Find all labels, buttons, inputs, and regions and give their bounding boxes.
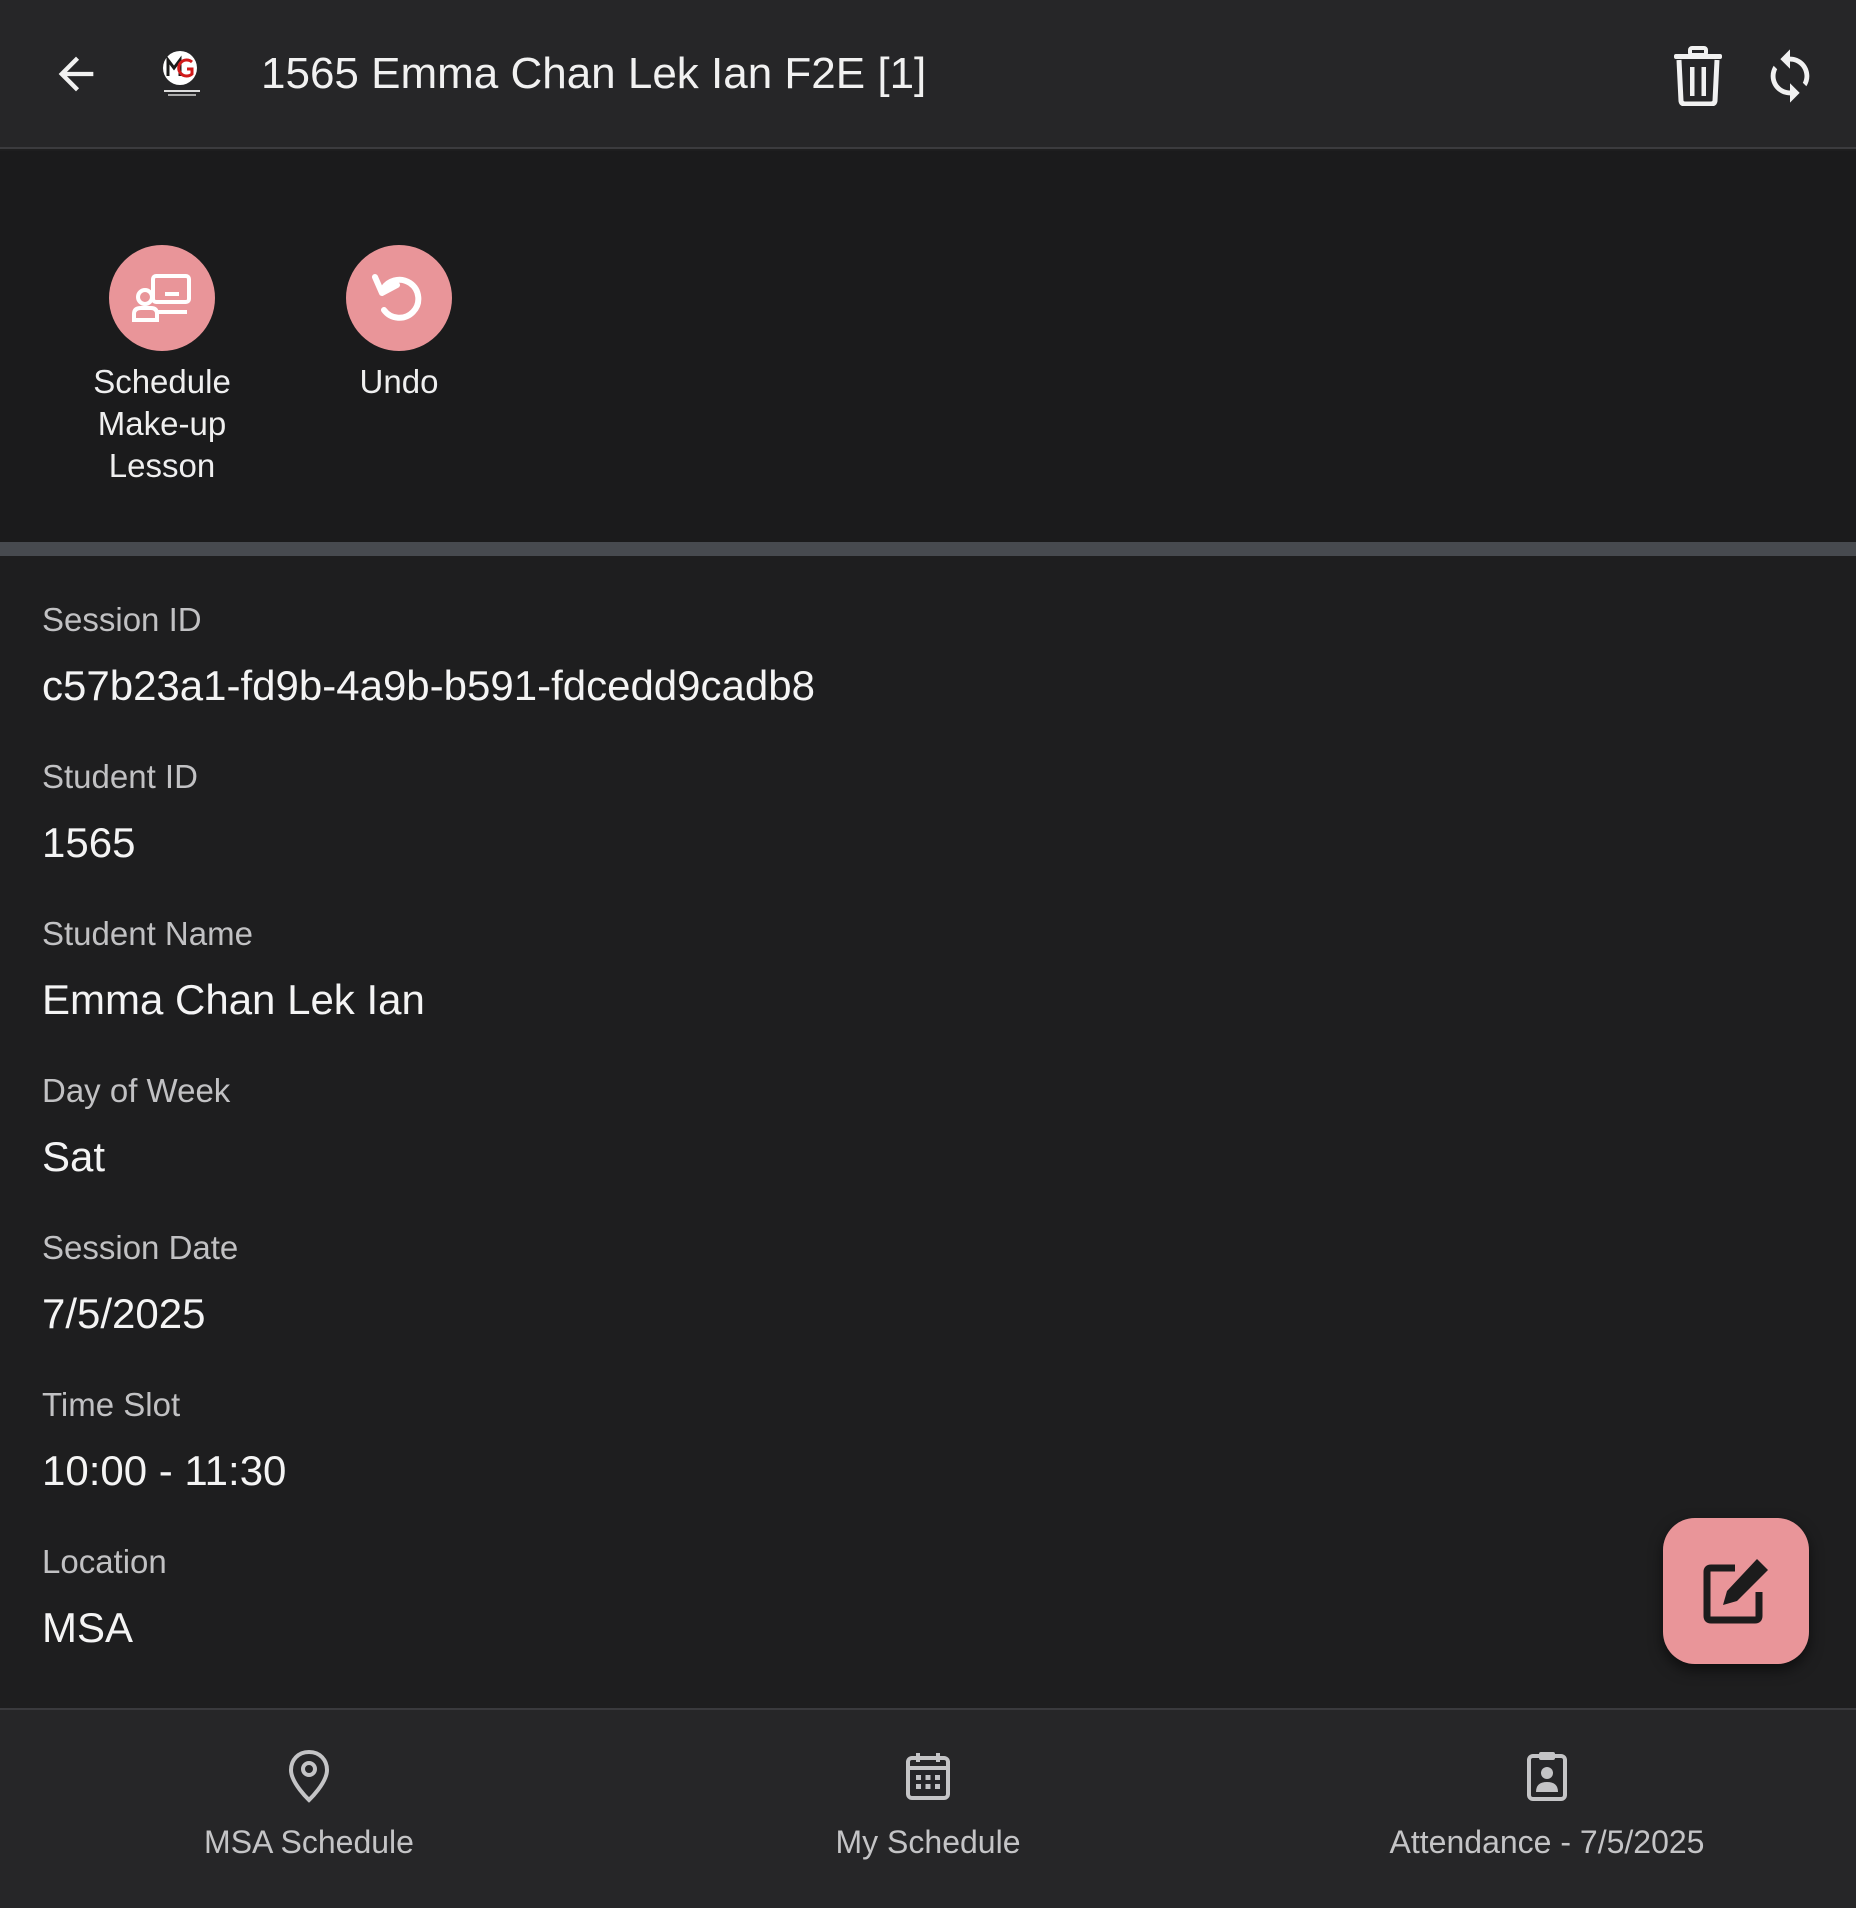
- session-details: Session ID c57b23a1-fd9b-4a9b-b591-fdced…: [42, 596, 1742, 1695]
- undo-icon: [372, 274, 422, 321]
- day-of-week-value: Sat: [42, 1133, 106, 1180]
- bottom-navigation: MSA Schedule My Schedule Attendance - 7/…: [0, 1708, 1856, 1908]
- time-slot-value: 10:00 - 11:30: [42, 1447, 287, 1494]
- schedule-makeup-label: Schedule Make-up Lesson: [93, 361, 231, 487]
- session-date-field: Session Date 7/5/2025: [42, 1224, 1742, 1381]
- location-value: MSA: [42, 1604, 134, 1651]
- student-name-field: Student Name Emma Chan Lek Ian: [42, 910, 1742, 1067]
- app-bar: 1565 Emma Chan Lek Ian F2E [1]: [0, 0, 1856, 149]
- student-id-field: Student ID 1565: [42, 753, 1742, 910]
- student-name-value: Emma Chan Lek Ian: [42, 976, 425, 1023]
- edit-fab-button[interactable]: [1663, 1518, 1809, 1664]
- action-strip: Schedule Make-up Lesson Undo: [0, 151, 1856, 542]
- edit-icon: [1703, 1559, 1768, 1624]
- nav-msa-schedule[interactable]: MSA Schedule: [0, 1710, 618, 1908]
- presentation-icon: [132, 274, 191, 322]
- session-id-label: Session ID: [42, 601, 202, 638]
- nav-my-schedule[interactable]: My Schedule: [619, 1710, 1237, 1908]
- undo-label: Undo: [359, 363, 439, 400]
- session-id-value: c57b23a1-fd9b-4a9b-b591-fdcedd9cadb8: [42, 662, 815, 709]
- day-of-week-label: Day of Week: [42, 1072, 231, 1109]
- session-detail-screen: 1565 Emma Chan Lek Ian F2E [1] Schedule …: [0, 0, 1856, 1908]
- nav-att-label: Attendance - 7/5/2025: [1389, 1824, 1705, 1860]
- student-id-label: Student ID: [42, 758, 198, 795]
- schedule-makeup-label-text: Schedule Make-up Lesson: [93, 363, 231, 484]
- back-button[interactable]: [40, 38, 112, 110]
- nav-attendance[interactable]: Attendance - 7/5/2025: [1238, 1710, 1856, 1908]
- time-slot-label: Time Slot: [42, 1386, 181, 1423]
- delete-button[interactable]: [1660, 38, 1736, 114]
- undo-circle[interactable]: [346, 245, 452, 351]
- student-id-value: 1565: [42, 819, 136, 866]
- back-arrow-icon: [58, 56, 94, 92]
- student-name-label: Student Name: [42, 915, 253, 952]
- clipboard-user-icon: [1527, 1752, 1567, 1801]
- undo-button[interactable]: Undo: [299, 245, 499, 403]
- session-date-label: Session Date: [42, 1229, 239, 1266]
- nav-att-icon-wrap: [1517, 1746, 1577, 1806]
- app-logo: [156, 48, 208, 100]
- trash-icon: [1674, 46, 1722, 106]
- sync-button[interactable]: [1752, 38, 1828, 114]
- page-title: 1565 Emma Chan Lek Ian F2E [1]: [261, 49, 927, 98]
- session-id-field: Session ID c57b23a1-fd9b-4a9b-b591-fdced…: [42, 596, 1742, 753]
- nav-my-label: My Schedule: [835, 1824, 1021, 1860]
- nav-my-icon-wrap: [898, 1746, 958, 1806]
- location-field: Location MSA: [42, 1538, 1742, 1695]
- nav-msa-icon-wrap: [279, 1746, 339, 1806]
- day-of-week-field: Day of Week Sat: [42, 1067, 1742, 1224]
- nav-msa-label: MSA Schedule: [204, 1824, 414, 1860]
- section-divider: [0, 542, 1856, 556]
- calendar-icon: [906, 1753, 950, 1800]
- schedule-makeup-lesson-button[interactable]: Schedule Make-up Lesson: [62, 245, 262, 487]
- map-pin-icon: [288, 1749, 330, 1803]
- schedule-makeup-circle[interactable]: [109, 245, 215, 351]
- session-date-value: 7/5/2025: [42, 1290, 206, 1337]
- time-slot-field: Time Slot 10:00 - 11:30: [42, 1381, 1742, 1538]
- location-label: Location: [42, 1543, 167, 1580]
- sync-icon: [1770, 49, 1810, 103]
